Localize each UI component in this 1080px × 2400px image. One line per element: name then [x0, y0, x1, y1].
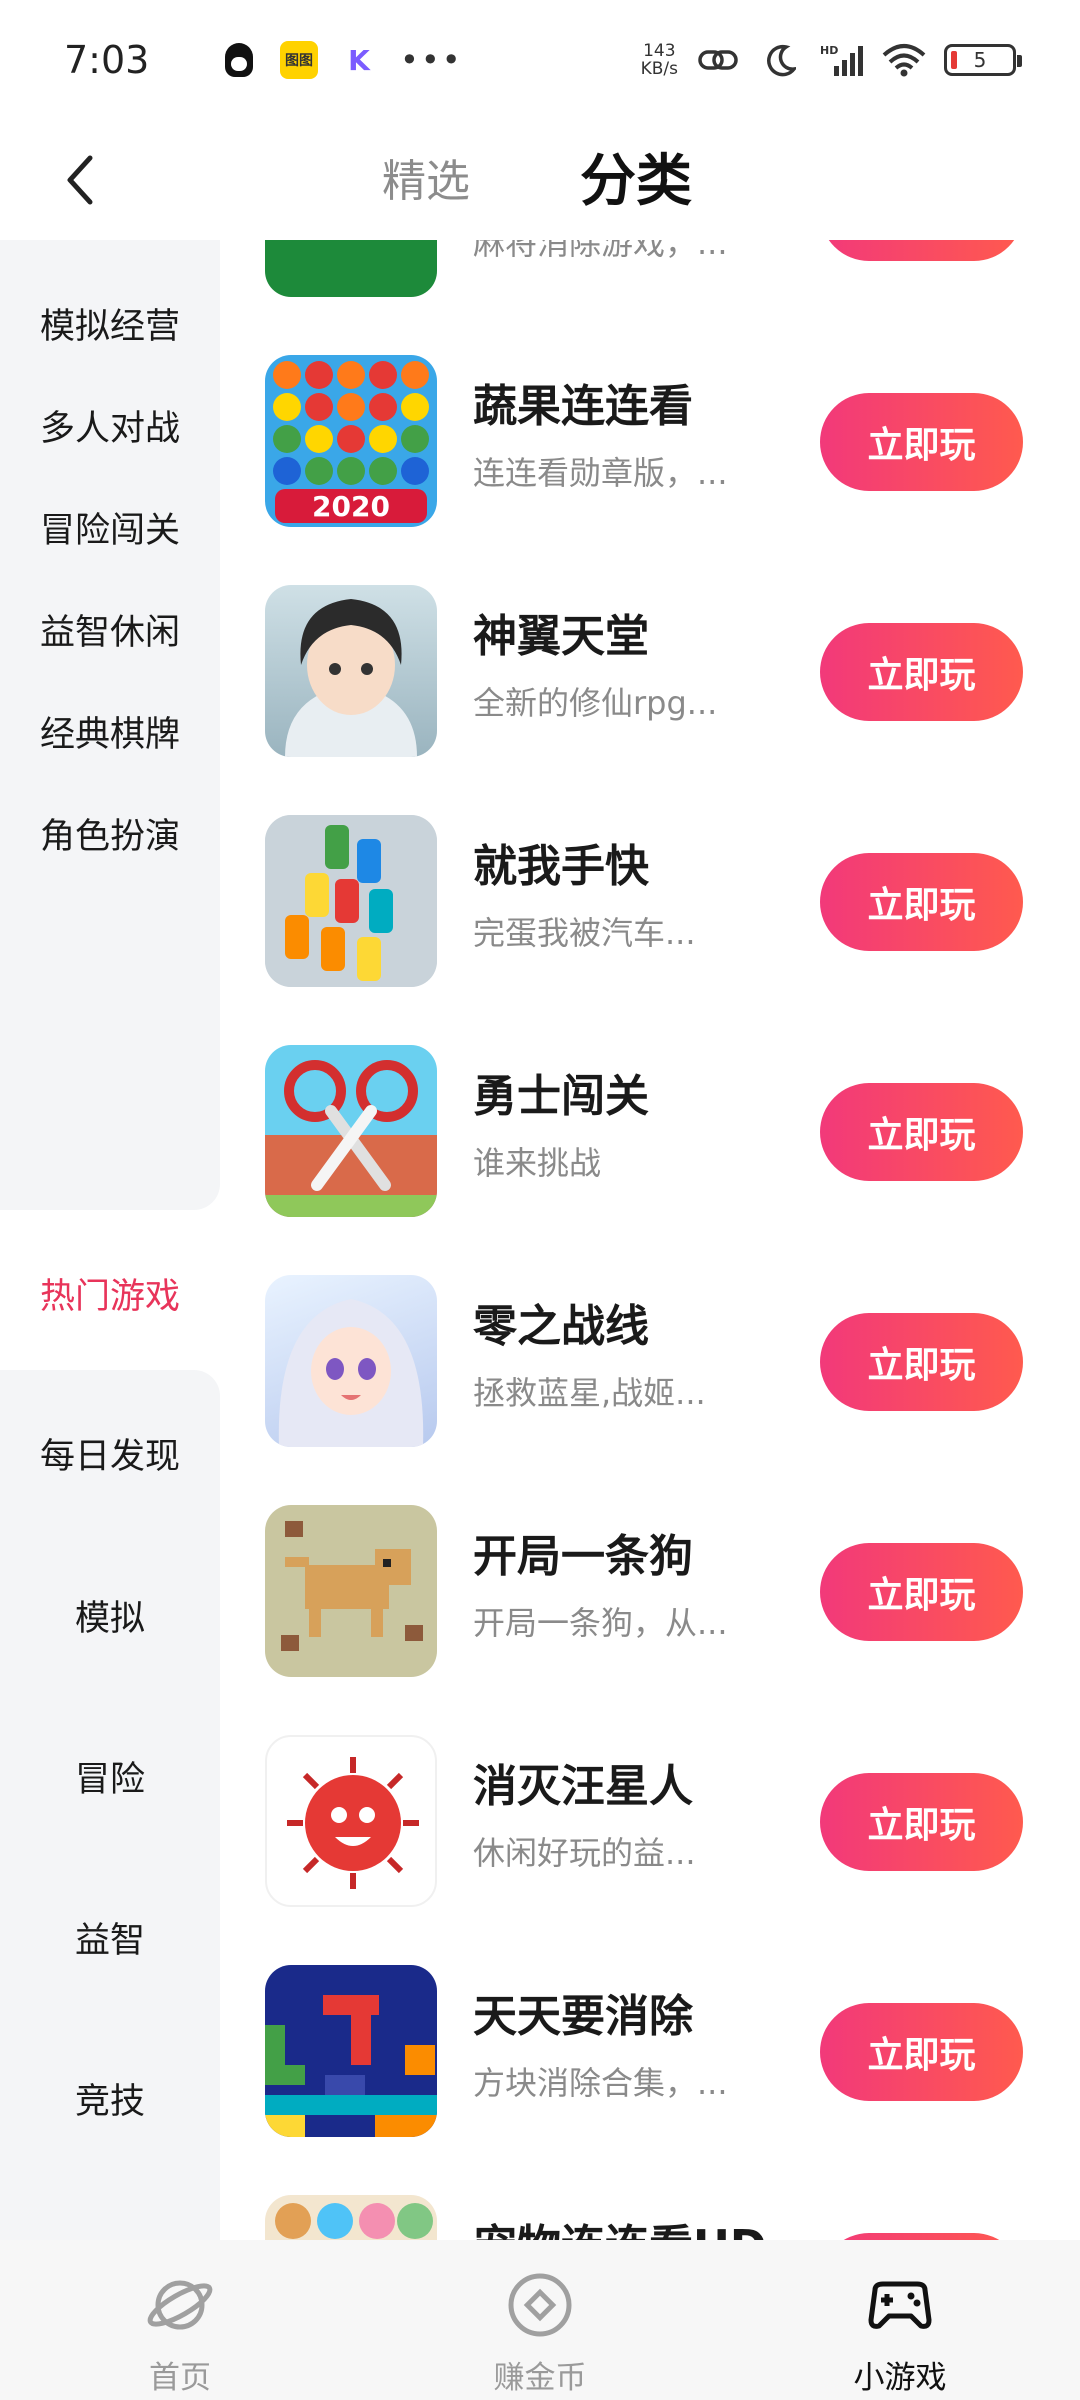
fruit-match-icon: 2020: [265, 355, 437, 527]
game-title: 宠物连连看HD: [473, 2210, 766, 2240]
pixel-dog-icon: [265, 1505, 437, 1677]
play-button[interactable]: 立即玩: [820, 853, 1023, 951]
game-title: 蔬果连连看: [473, 381, 693, 432]
game-list: 中發 麻将消除游戏，... 立即玩 2020 蔬果连连看 连连看勋章版，... …: [220, 240, 1080, 2240]
xianxia-hero-icon: [265, 585, 437, 757]
nav-mini-games-label: 小游戏: [853, 2360, 947, 2396]
sidebar-item-simulation-business[interactable]: 模拟经营: [0, 273, 220, 373]
sidebar-item-competitive[interactable]: 竞技: [0, 2048, 220, 2148]
tab-featured[interactable]: 精选: [382, 142, 470, 222]
coin-icon: [508, 2273, 572, 2337]
play-button[interactable]: 立即玩: [820, 1773, 1023, 1871]
list-item[interactable]: 神翼天堂 全新的修仙rpg... 立即玩: [220, 528, 1080, 758]
sidebar-item-hot-games[interactable]: 热门游戏: [0, 1243, 220, 1343]
sidebar-item-adventure[interactable]: 冒险: [0, 1726, 220, 1826]
planet-icon: [147, 2280, 213, 2330]
play-button[interactable]: 立即玩: [820, 2233, 1023, 2240]
list-item[interactable]: 2020 蔬果连连看 连连看勋章版，... 立即玩: [220, 298, 1080, 528]
nav-mini-games[interactable]: 小游戏: [720, 2240, 1080, 2400]
game-title: 开局一条狗: [473, 1531, 693, 1582]
game-desc: 连连看勋章版，...: [473, 454, 728, 492]
game-desc: 麻将消除游戏，...: [473, 240, 728, 262]
link-icon: [696, 42, 740, 78]
game-title: 勇士闯关: [473, 1071, 649, 1122]
list-item[interactable]: 天天要消除 方块消除合集，... 立即玩: [220, 1908, 1080, 2138]
block-puzzle-icon: [265, 1965, 437, 2137]
pet-match-icon: [265, 2195, 437, 2240]
bottom-nav: 首页 赚金币 小游戏: [0, 2240, 1080, 2400]
anime-girl-icon: [265, 1275, 437, 1447]
sidebar-item-simulation[interactable]: 模拟: [0, 1565, 220, 1665]
play-button[interactable]: 立即玩: [820, 2003, 1023, 2101]
nav-earn-coins-label: 赚金币: [493, 2360, 587, 2396]
sidebar-item-daily-discovery[interactable]: 每日发现: [0, 1403, 220, 1503]
battery-icon: 5: [944, 44, 1022, 76]
list-item[interactable]: 中發 麻将消除游戏，... 立即玩: [220, 240, 1080, 298]
tab-category[interactable]: 分类: [580, 142, 692, 222]
nav-home[interactable]: 首页: [0, 2240, 360, 2400]
play-button[interactable]: 立即玩: [820, 240, 1023, 261]
yellow-app-icon: 图图: [280, 41, 318, 79]
game-title: 零之战线: [473, 1301, 649, 1352]
more-notifications-icon: •••: [400, 41, 463, 79]
game-title: 神翼天堂: [473, 611, 649, 662]
list-item[interactable]: 宠物连连看HD 立即玩: [220, 2138, 1080, 2240]
play-button[interactable]: 立即玩: [820, 1083, 1023, 1181]
nav-earn-coins[interactable]: 赚金币: [360, 2240, 720, 2400]
sidebar-item-adventure-levels[interactable]: 冒险闯关: [0, 477, 220, 577]
category-sidebar: 模拟经营 多人对战 冒险闯关 益智休闲 经典棋牌 角色扮演 热门游戏 每日发现 …: [0, 240, 220, 2270]
header: 精选 分类: [0, 120, 1080, 240]
game-desc: 方块消除合集，...: [473, 2064, 728, 2102]
icon-badge-text: 2020: [312, 490, 390, 523]
play-button[interactable]: 立即玩: [820, 1313, 1023, 1411]
sidebar-item-puzzle-casual[interactable]: 益智休闲: [0, 579, 220, 679]
status-time: 7:03: [64, 38, 150, 82]
qq-icon: [220, 41, 258, 79]
list-item[interactable]: 开局一条狗 开局一条狗，从... 立即玩: [220, 1448, 1080, 1678]
game-title: 天天要消除: [473, 1991, 693, 2042]
parking-cars-icon: [265, 815, 437, 987]
mahjong-icon: 中發: [265, 240, 437, 297]
gamepad-icon: [868, 2281, 932, 2329]
virus-icon: [265, 1735, 437, 1907]
play-button[interactable]: 立即玩: [820, 623, 1023, 721]
list-item[interactable]: 零之战线 拯救蓝星,战姬... 立即玩: [220, 1218, 1080, 1448]
game-desc: 完蛋我被汽车...: [473, 914, 696, 952]
signal-icon: HD: [820, 42, 864, 78]
chevron-left-icon: [67, 155, 93, 205]
play-button[interactable]: 立即玩: [820, 1543, 1023, 1641]
scissors-icon: [265, 1045, 437, 1217]
list-item[interactable]: 消灭汪星人 休闲好玩的益... 立即玩: [220, 1678, 1080, 1908]
sidebar-item-multiplayer[interactable]: 多人对战: [0, 375, 220, 475]
back-button[interactable]: [40, 140, 120, 220]
sidebar-item-puzzle[interactable]: 益智: [0, 1887, 220, 1987]
game-desc: 开局一条狗，从...: [473, 1604, 728, 1642]
moon-icon: [758, 42, 802, 78]
list-item[interactable]: 勇士闯关 谁来挑战 立即玩: [220, 988, 1080, 1218]
sidebar-item-classic-cards[interactable]: 经典棋牌: [0, 681, 220, 781]
game-title: 消灭汪星人: [473, 1761, 693, 1812]
status-notification-icons: 图图 K •••: [220, 41, 463, 79]
svg-text:HD: HD: [820, 44, 838, 57]
k-app-icon: K: [348, 43, 370, 77]
list-item[interactable]: 就我手快 完蛋我被汽车... 立即玩: [220, 758, 1080, 988]
game-desc: 全新的修仙rpg...: [473, 684, 718, 722]
game-title: 就我手快: [473, 841, 649, 892]
network-speed: 143 KB/s: [640, 41, 678, 79]
nav-home-label: 首页: [149, 2360, 211, 2396]
sidebar-item-roleplay[interactable]: 角色扮演: [0, 783, 220, 883]
game-desc: 谁来挑战: [473, 1144, 602, 1182]
game-desc: 休闲好玩的益...: [473, 1834, 696, 1872]
wifi-icon: [882, 42, 926, 78]
game-desc: 拯救蓝星,战姬...: [473, 1374, 706, 1412]
play-button[interactable]: 立即玩: [820, 393, 1023, 491]
status-bar: 7:03 图图 K ••• 143 KB/s HD 5: [0, 0, 1080, 120]
